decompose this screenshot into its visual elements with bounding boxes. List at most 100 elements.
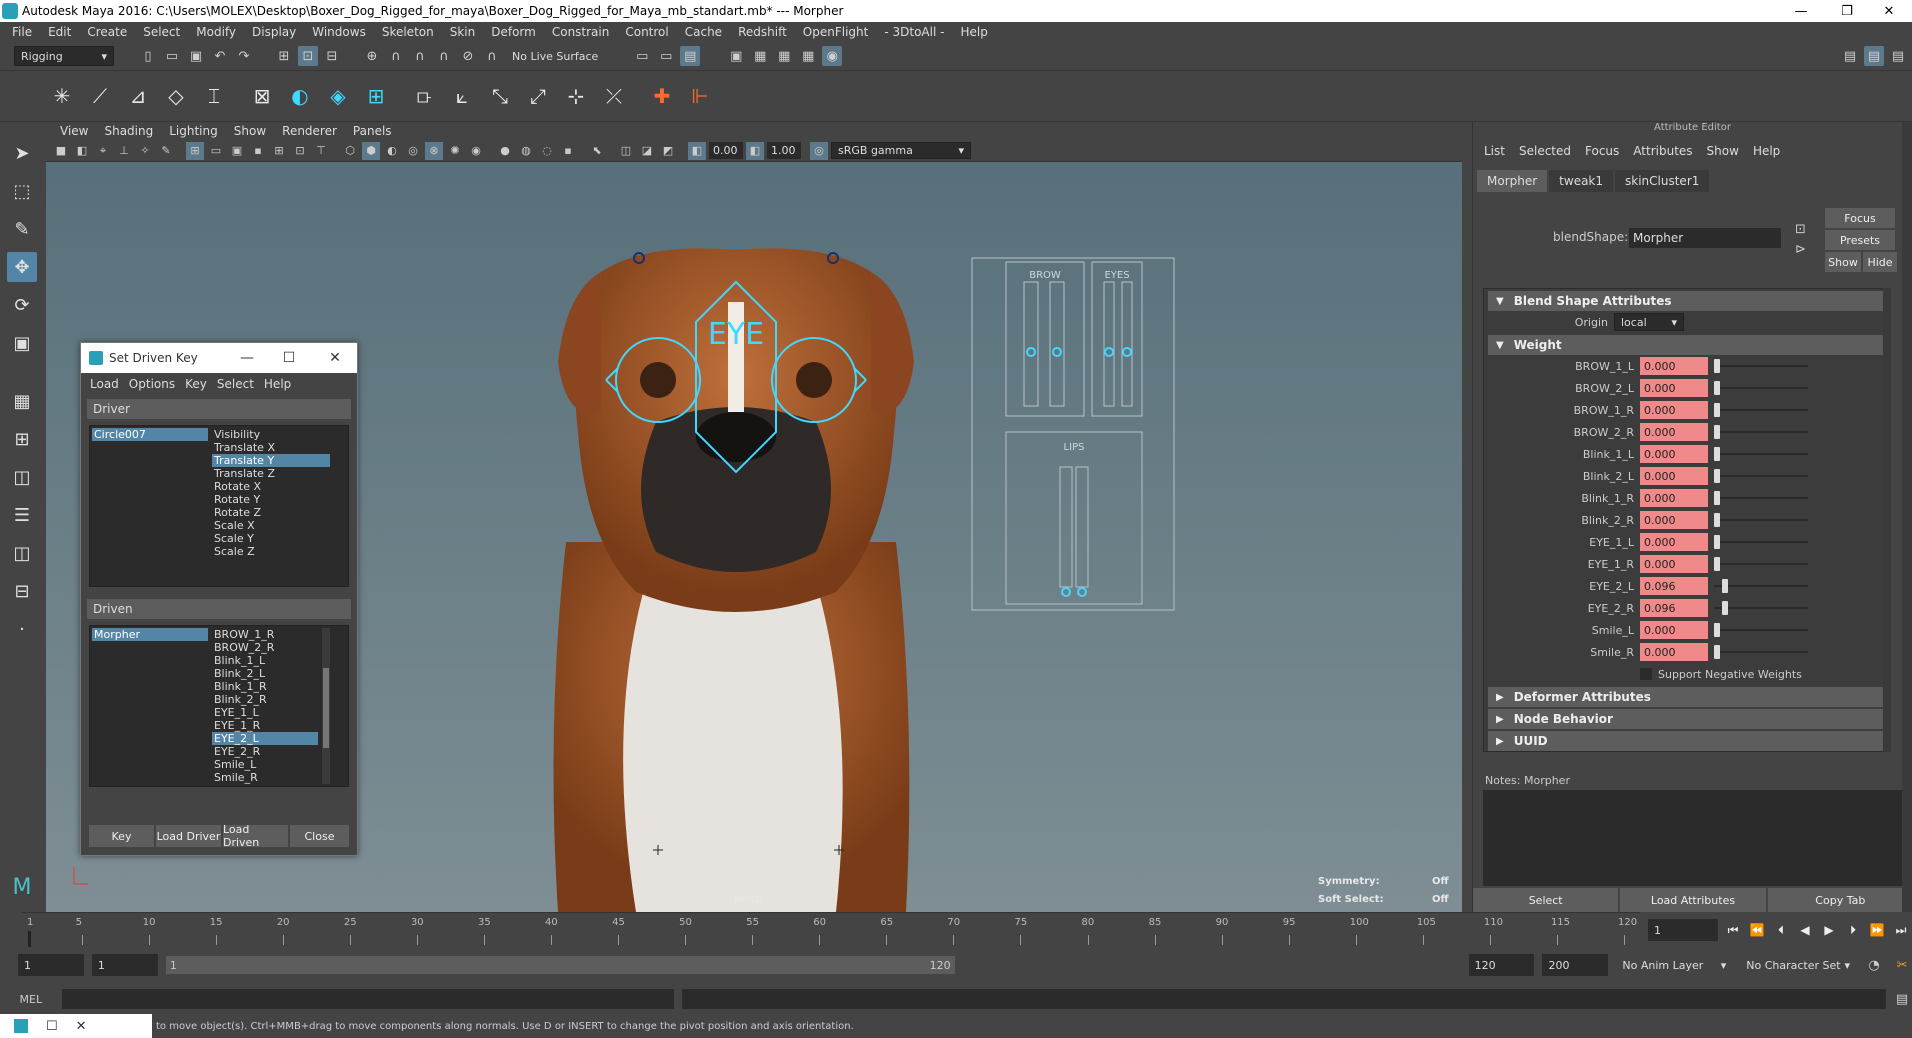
xray-icon[interactable]: ◫ [617,142,635,160]
vp-menu-panels[interactable]: Panels [345,124,400,138]
menu-modify[interactable]: Modify [188,25,244,39]
support-negative-checkbox[interactable] [1640,668,1652,680]
scale-constraint-icon[interactable]: ⤢ [522,80,554,112]
snap-grid-icon[interactable]: ⊕ [362,46,382,66]
menu-openflight[interactable]: OpenFlight [795,25,877,39]
weight-value-field[interactable]: 0.096 [1640,577,1708,595]
focus-button[interactable]: Focus [1825,208,1895,228]
sdk-menu-load[interactable]: Load [85,377,124,391]
driven-attr-item[interactable]: Smile_L [212,758,318,771]
command-language-label[interactable]: MEL [0,993,62,1006]
sdk-maximize-button[interactable]: ☐ [271,343,307,373]
driver-attr-item[interactable]: Scale X [212,519,330,532]
live-surface-icon[interactable]: ∩ [482,46,502,66]
motion-blur-icon[interactable]: ◍ [517,142,535,160]
side-panel-tab[interactable] [1902,122,1912,912]
view-transform-dropdown[interactable]: sRGB gamma ▾ [831,142,971,159]
single-perspective-icon[interactable]: ▦ [7,386,37,416]
lasso-tool-icon[interactable]: ⬚ [7,176,37,206]
ae-scrollbar[interactable] [1883,288,1891,752]
weight-slider[interactable] [1714,357,1808,375]
channel-box-toggle-icon[interactable]: ▤ [1888,46,1908,66]
output-connections-icon[interactable]: ⊳ [1795,242,1806,257]
resolution-gate-icon[interactable]: ▣ [228,142,246,160]
lips-handle-right[interactable] [1077,587,1087,597]
pole-vector-icon[interactable]: ⊹ [560,80,592,112]
weight-slider[interactable] [1714,533,1808,551]
menu-display[interactable]: Display [244,25,304,39]
blend-shape-attributes-header[interactable]: ▼ Blend Shape Attributes [1488,291,1886,311]
snap-point-icon[interactable]: ∩ [410,46,430,66]
vp-menu-lighting[interactable]: Lighting [161,124,226,138]
ipr-render-icon[interactable]: ▦ [774,46,794,66]
sdk-menu-options[interactable]: Options [124,377,180,391]
weight-slider[interactable] [1714,643,1808,661]
sculpt-deformer-icon[interactable]: ⊞ [360,80,392,112]
menu-constrain[interactable]: Constrain [544,25,618,39]
weight-slider-handle[interactable] [1714,425,1720,439]
maximize-button[interactable]: ❐ [1824,0,1870,22]
more-layouts-icon[interactable]: · [7,614,37,644]
brow-handle-left[interactable] [1026,347,1036,357]
hide-button[interactable]: Hide [1863,252,1897,272]
input-ops-icon[interactable]: ▭ [632,46,652,66]
exposure-field[interactable]: 0.00 [709,142,743,159]
menu-help[interactable]: Help [952,25,995,39]
lips-handle-left[interactable] [1061,587,1071,597]
new-scene-icon[interactable]: ▯ [138,46,158,66]
driver-attr-item[interactable]: Visibility [212,428,330,441]
deformer-attributes-header[interactable]: ▶ Deformer Attributes [1488,687,1886,707]
output-ops-icon[interactable]: ▭ [656,46,676,66]
weight-slider-handle[interactable] [1714,381,1720,395]
cluster-icon[interactable]: ⊠ [246,80,278,112]
face-ui-panel[interactable] [971,257,1175,611]
driver-attr-item[interactable]: Rotate Z [212,506,330,519]
field-chart-icon[interactable]: ⊞ [270,142,288,160]
brow-handle-right[interactable] [1052,347,1062,357]
script-editor-icon[interactable]: ▤ [1892,989,1912,1009]
menu-redshift[interactable]: Redshift [730,25,795,39]
smooth-shade-icon[interactable]: ⬢ [362,141,380,160]
scale-tool-icon[interactable]: ▣ [7,328,37,358]
playback-start-field[interactable]: 1 [91,954,158,976]
orient-constraint-icon[interactable]: ⤡ [484,80,516,112]
exposure-icon[interactable]: ◧ [688,141,706,160]
weight-slider[interactable] [1714,555,1808,573]
paint-select-icon[interactable]: ✎ [7,214,37,244]
minimize-button[interactable]: — [1778,0,1824,22]
node-behavior-header[interactable]: ▶ Node Behavior [1488,709,1886,729]
weight-value-field[interactable]: 0.000 [1640,423,1708,441]
step-forward-key-icon[interactable]: ⏵ [1844,921,1862,939]
load-attributes-button[interactable]: Load Attributes [1620,888,1766,912]
weight-slider[interactable] [1714,511,1808,529]
blendshape-name-field[interactable]: Morpher [1629,228,1781,248]
step-back-icon[interactable]: ⏪ [1748,921,1766,939]
tab-morpher[interactable]: Morpher [1477,170,1548,192]
eyes-handle-left[interactable] [1104,347,1114,357]
four-view-icon[interactable]: ⊞ [7,424,37,454]
menu-cache[interactable]: Cache [677,25,730,39]
multisample-icon[interactable]: ◌ [538,142,556,160]
driven-attr-item[interactable]: Blink_2_L [212,667,318,680]
ae-menu-selected[interactable]: Selected [1512,144,1578,158]
close-icon[interactable]: ✕ [76,1019,87,1034]
driven-attr-item[interactable]: BROW_2_R [212,641,318,654]
notes-textarea[interactable] [1483,790,1907,886]
weight-slider[interactable] [1714,467,1808,485]
driven-attr-item[interactable]: EYE_2_R [212,745,318,758]
driven-attr-item[interactable]: Blink_2_R [212,693,318,706]
sdk-menu-key[interactable]: Key [180,377,212,391]
wireframe-icon[interactable]: ⬡ [341,142,359,160]
driver-attr-item[interactable]: Translate Z [212,467,330,480]
playback-end-field[interactable]: 120 [1468,954,1535,976]
weight-value-field[interactable]: 0.000 [1640,467,1708,485]
geometry-constraint-icon[interactable]: ⊩ [684,80,716,112]
sdk-minimize-button[interactable]: — [229,343,265,373]
safe-title-icon[interactable]: ⊤ [312,142,330,160]
menu-edit[interactable]: Edit [40,25,79,39]
show-button[interactable]: Show [1825,252,1861,272]
driver-attr-item[interactable]: Rotate X [212,480,330,493]
weight-slider-handle[interactable] [1714,491,1720,505]
weight-slider[interactable] [1714,445,1808,463]
command-input[interactable] [61,989,674,1009]
